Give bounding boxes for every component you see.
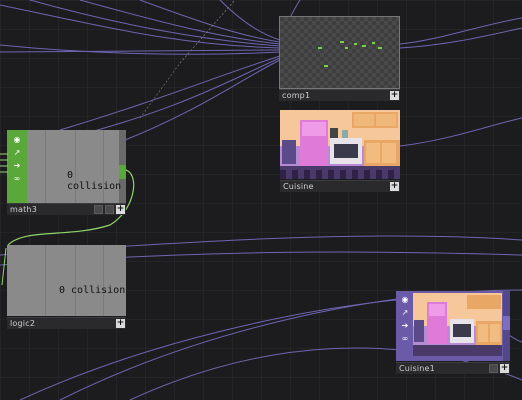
green-wire bbox=[1, 247, 7, 286]
cuisine1-label: Cuisine1 bbox=[399, 364, 435, 373]
link-icon[interactable]: ∞ bbox=[398, 332, 412, 344]
comp1-particles bbox=[318, 41, 382, 67]
wire bbox=[0, 44, 281, 55]
math3-input-connectors bbox=[0, 153, 8, 173]
cuisine-add-button[interactable]: + bbox=[390, 182, 399, 191]
wire bbox=[59, 55, 281, 131]
comp1-node[interactable]: comp1 + bbox=[279, 16, 400, 102]
bypass-flag[interactable] bbox=[94, 205, 103, 214]
cuisine-node[interactable]: Cuisine + bbox=[280, 110, 400, 192]
graph-icon[interactable]: ↗ bbox=[398, 306, 412, 318]
comp1-label: comp1 bbox=[282, 91, 311, 100]
cuisine1-node[interactable]: ◉ ↗ ➔ ∞ Cuisine1 + bbox=[396, 291, 510, 375]
logic2-label: logic2 bbox=[10, 319, 36, 328]
cuisine-label: Cuisine bbox=[283, 182, 314, 191]
math3-viewer: 0 collision bbox=[7, 130, 126, 203]
wire bbox=[59, 57, 281, 141]
wire bbox=[399, 117, 522, 147]
logic2-value: 0 collision bbox=[59, 285, 126, 296]
logic2-node[interactable]: 0 collision logic2 + bbox=[7, 245, 126, 329]
viewer-icon[interactable]: ◉ bbox=[10, 133, 24, 145]
graph-icon[interactable]: ↗ bbox=[10, 146, 24, 158]
kitchen-image bbox=[413, 293, 502, 356]
logic2-viewer: 0 collision bbox=[7, 245, 126, 316]
wire bbox=[124, 59, 281, 141]
kitchen-image bbox=[280, 110, 400, 179]
link-icon[interactable]: ∞ bbox=[10, 172, 24, 184]
wire bbox=[0, 49, 281, 53]
bypass-flag[interactable] bbox=[489, 364, 498, 373]
arrow-icon[interactable]: ➔ bbox=[398, 319, 412, 331]
wire bbox=[79, 0, 281, 45]
cuisine1-toolbar: ◉ ↗ ➔ ∞ bbox=[398, 293, 412, 344]
comp1-preview bbox=[279, 16, 400, 89]
cuisine1-frame bbox=[396, 291, 510, 361]
math3-add-button[interactable]: + bbox=[116, 205, 125, 214]
wire bbox=[399, 27, 522, 49]
logic2-add-button[interactable]: + bbox=[116, 319, 125, 328]
wire bbox=[219, 0, 281, 41]
math3-value: 0 collision bbox=[67, 170, 122, 192]
math3-node[interactable]: 0 collision ◉ ↗ ➔ ∞ math3 + bbox=[7, 130, 126, 216]
comp1-add-button[interactable]: + bbox=[390, 91, 399, 100]
math3-label: math3 bbox=[10, 205, 37, 214]
math3-toolbar: ◉ ↗ ➔ ∞ bbox=[10, 133, 24, 184]
wire bbox=[399, 17, 522, 45]
cuisine-preview bbox=[280, 110, 400, 179]
lock-flag[interactable] bbox=[105, 205, 114, 214]
arrow-icon[interactable]: ➔ bbox=[10, 159, 24, 171]
cuisine1-add-button[interactable]: + bbox=[500, 364, 509, 373]
viewer-icon[interactable]: ◉ bbox=[398, 293, 412, 305]
wire bbox=[139, 0, 281, 43]
